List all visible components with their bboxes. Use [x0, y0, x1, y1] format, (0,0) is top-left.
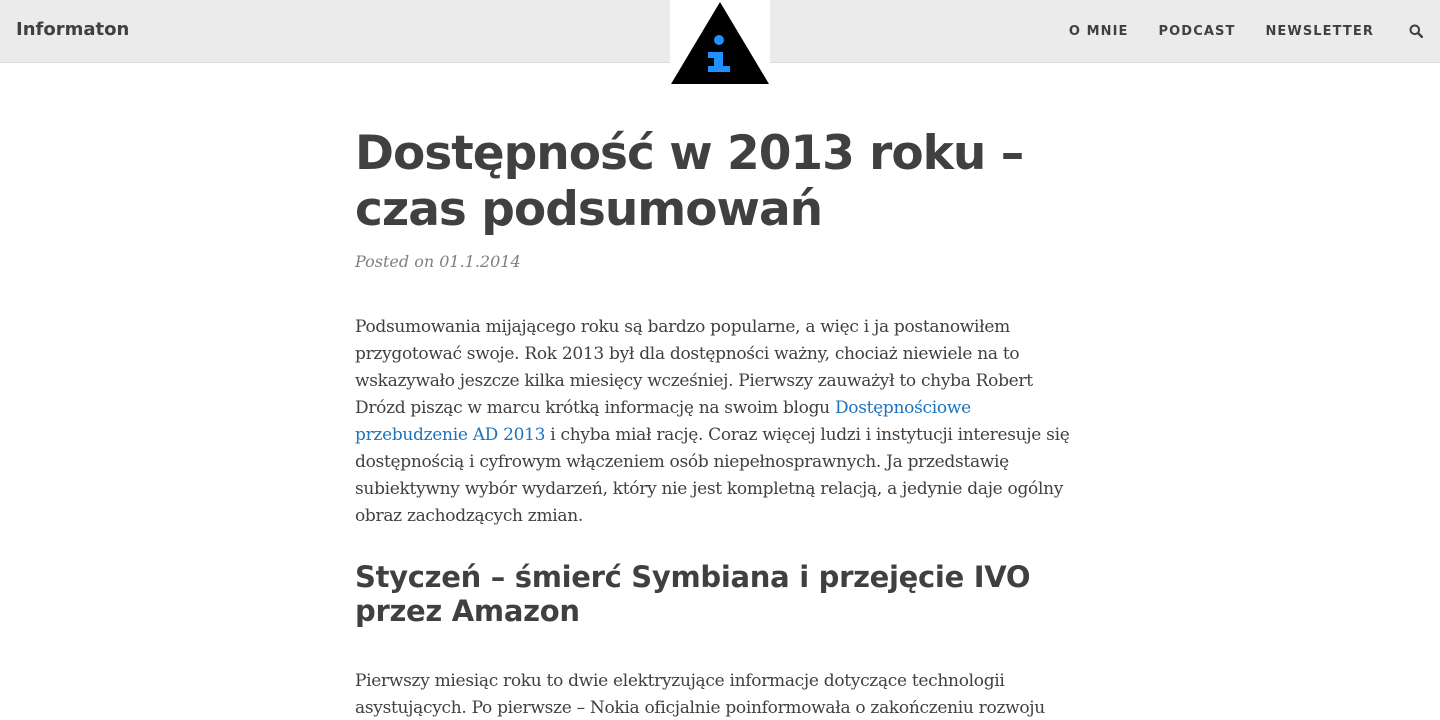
site-title-link[interactable]: Informaton [16, 19, 129, 40]
section-paragraph: Pierwszy miesiąc roku to dwie elektryzuj… [355, 671, 1045, 718]
section-heading: Styczeń – śmierć Symbiana i przejęcie IV… [355, 560, 1031, 628]
site-logo[interactable] [670, 0, 770, 86]
nav-item-newsletter[interactable]: NEWSLETTER [1265, 24, 1374, 39]
post-date: Posted on 01.1.2014 [355, 252, 521, 271]
post-title-line-2: czas podsumowań [355, 182, 823, 237]
top-bar: Informaton O MNIE PODCAST NEWSLETTER [0, 0, 1440, 86]
search-icon [1409, 24, 1423, 38]
intro-paragraph: Podsumowania mijającego roku są bardzo p… [355, 314, 1070, 530]
info-triangle-logo-icon [671, 2, 769, 84]
article: Dostępność w 2013 roku – czas podsumowań… [355, 126, 1070, 720]
post-title: Dostępność w 2013 roku – czas podsumowań [355, 126, 1070, 238]
main-nav: O MNIE PODCAST NEWSLETTER [1069, 0, 1440, 62]
nav-item-podcast[interactable]: PODCAST [1159, 24, 1236, 39]
nav-item-o-mnie[interactable]: O MNIE [1069, 24, 1129, 39]
post-title-line-1: Dostępność w 2013 roku – [355, 126, 1024, 181]
search-button[interactable] [1408, 23, 1424, 39]
